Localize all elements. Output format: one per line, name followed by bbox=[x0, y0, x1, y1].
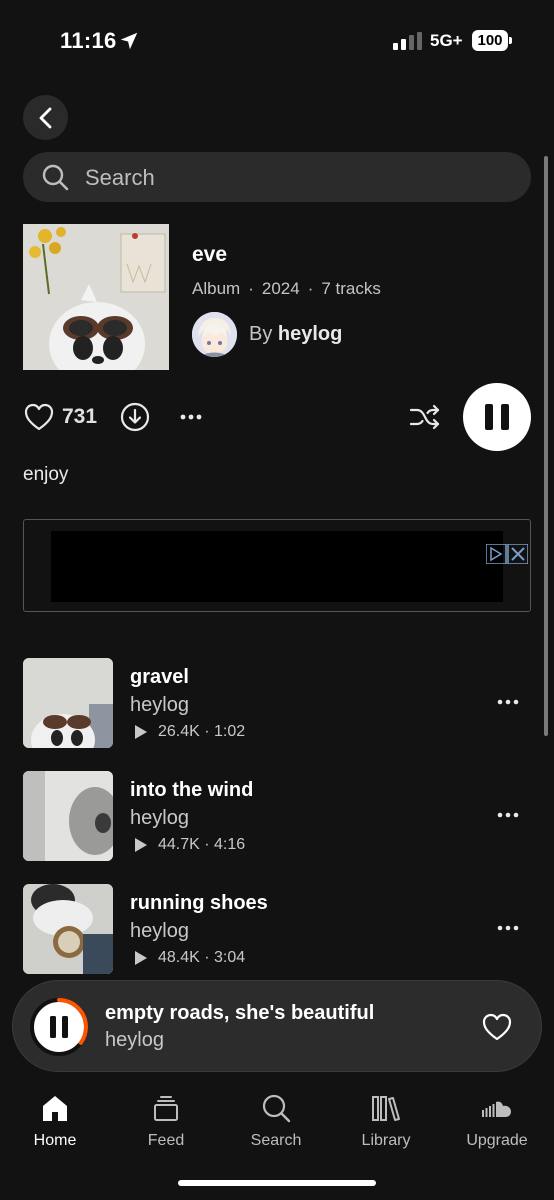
ad-choices-icon[interactable] bbox=[486, 544, 528, 564]
track-row[interactable]: running shoes heylog 48.4K · 3:04 bbox=[23, 884, 531, 976]
tab-label: Home bbox=[33, 1132, 77, 1149]
track-title: gravel bbox=[130, 666, 189, 688]
network-type: 5G+ bbox=[430, 31, 463, 50]
pause-icon bbox=[501, 404, 509, 430]
tab-search[interactable]: Search bbox=[226, 1092, 326, 1156]
search-icon bbox=[42, 164, 69, 191]
track-more-icon[interactable] bbox=[495, 805, 521, 825]
play-count-icon bbox=[135, 725, 147, 739]
track-artwork bbox=[23, 884, 113, 974]
album-track-count: 7 tracks bbox=[321, 279, 381, 298]
track-row[interactable]: gravel heylog 26.4K · 1:02 bbox=[23, 658, 531, 750]
album-type: Album bbox=[192, 279, 241, 298]
track-plays: 44.7K bbox=[158, 836, 200, 853]
track-plays: 48.4K bbox=[158, 949, 200, 966]
track-duration: 1:02 bbox=[214, 723, 246, 740]
meta-separator: · bbox=[307, 279, 314, 298]
track-stats: 26.4K · 1:02 bbox=[130, 723, 245, 741]
mini-pause-button[interactable] bbox=[29, 997, 89, 1057]
track-artist: heylog bbox=[130, 807, 189, 829]
now-playing-title: empty roads, she's beautiful bbox=[105, 1002, 375, 1024]
track-artist: heylog bbox=[130, 694, 189, 716]
status-bar: 11:16 5G+ 100 bbox=[0, 0, 554, 84]
play-count-icon bbox=[135, 951, 147, 965]
pause-icon bbox=[485, 404, 493, 430]
track-plays: 26.4K bbox=[158, 723, 200, 740]
track-artwork bbox=[23, 771, 113, 861]
album-description: enjoy bbox=[23, 464, 69, 485]
pause-button[interactable] bbox=[463, 383, 531, 451]
mini-player[interactable]: empty roads, she's beautiful heylog bbox=[12, 980, 542, 1072]
track-row[interactable]: into the wind heylog 44.7K · 4:16 bbox=[23, 771, 531, 863]
album-year: 2024 bbox=[261, 279, 300, 298]
album-meta: Album · 2024 · 7 tracks bbox=[192, 279, 381, 299]
album-title: eve bbox=[192, 243, 228, 266]
now-playing-artist: heylog bbox=[105, 1029, 164, 1051]
ad-content[interactable] bbox=[51, 531, 528, 602]
tab-home[interactable]: Home bbox=[5, 1092, 105, 1156]
tab-library[interactable]: Library bbox=[336, 1092, 436, 1156]
tab-label: Feed bbox=[147, 1132, 185, 1149]
battery-indicator: 100 bbox=[472, 30, 508, 51]
track-more-icon[interactable] bbox=[495, 692, 521, 712]
track-duration: 3:04 bbox=[214, 949, 246, 966]
feed-icon bbox=[154, 1096, 178, 1121]
soundcloud-icon bbox=[482, 1101, 511, 1117]
meta-separator: · bbox=[248, 279, 254, 298]
status-time: 11:16 bbox=[60, 28, 117, 53]
stats-separator: · bbox=[199, 949, 215, 966]
track-duration: 4:16 bbox=[214, 836, 246, 853]
location-arrow-icon bbox=[120, 32, 138, 50]
shuffle-icon[interactable] bbox=[409, 403, 441, 431]
home-icon bbox=[43, 1096, 67, 1121]
stats-separator: · bbox=[199, 836, 215, 853]
chevron-left-icon bbox=[39, 107, 51, 128]
track-title: into the wind bbox=[130, 779, 254, 801]
tab-label: Upgrade bbox=[466, 1132, 528, 1149]
scrollbar[interactable] bbox=[544, 156, 548, 736]
search-input[interactable]: Search bbox=[23, 152, 531, 202]
track-title: running shoes bbox=[130, 892, 268, 914]
track-stats: 44.7K · 4:16 bbox=[130, 836, 245, 854]
album-cover bbox=[23, 224, 169, 370]
artist-name: heylog bbox=[277, 323, 343, 345]
stats-separator: · bbox=[199, 723, 215, 740]
artist-link[interactable]: By heylog bbox=[249, 323, 342, 346]
track-stats: 48.4K · 3:04 bbox=[130, 949, 245, 967]
ad-banner[interactable] bbox=[23, 519, 531, 612]
more-options-icon[interactable] bbox=[178, 406, 204, 428]
like-count: 731 bbox=[62, 405, 98, 428]
cellular-signal-icon bbox=[393, 32, 422, 50]
track-more-icon[interactable] bbox=[495, 918, 521, 938]
library-icon bbox=[372, 1096, 400, 1121]
play-count-icon bbox=[135, 838, 147, 852]
battery-tip bbox=[509, 37, 512, 44]
tab-feed[interactable]: Feed bbox=[116, 1092, 216, 1156]
by-prefix: By bbox=[249, 323, 273, 345]
home-indicator bbox=[178, 1180, 376, 1186]
search-icon bbox=[262, 1094, 291, 1123]
search-placeholder: Search bbox=[85, 165, 155, 190]
artist-avatar[interactable] bbox=[192, 312, 237, 357]
download-icon[interactable] bbox=[120, 402, 150, 432]
heart-icon[interactable] bbox=[482, 1013, 512, 1041]
track-artist: heylog bbox=[130, 920, 189, 942]
heart-icon[interactable] bbox=[24, 403, 54, 431]
tab-label: Search bbox=[250, 1132, 302, 1149]
back-button[interactable] bbox=[23, 95, 68, 140]
track-artwork bbox=[23, 658, 113, 748]
tab-label: Library bbox=[361, 1132, 411, 1149]
tab-upgrade[interactable]: Upgrade bbox=[447, 1092, 547, 1156]
